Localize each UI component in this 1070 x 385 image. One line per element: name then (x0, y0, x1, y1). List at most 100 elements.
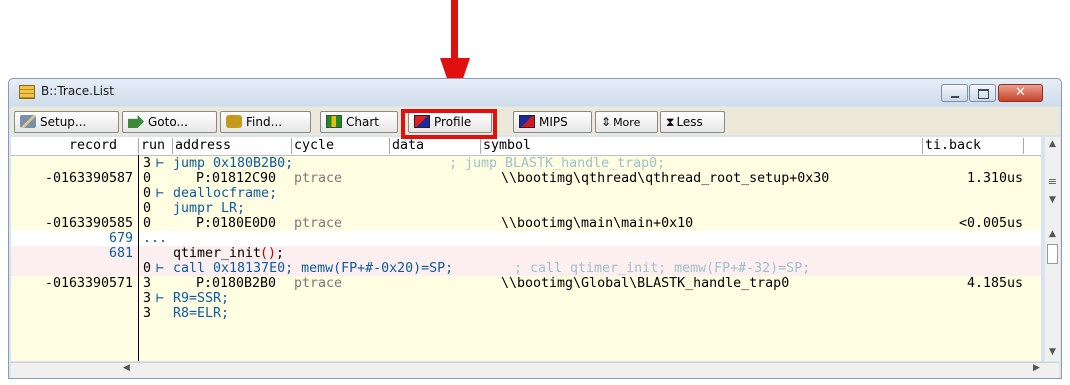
table-row[interactable]: 3 R8=ELR; (11, 306, 1041, 321)
minimize-button[interactable] (941, 84, 968, 102)
annotation-arrow (451, 0, 458, 62)
tiback-cell: 1.310us (966, 171, 1023, 186)
scroll-up-icon[interactable]: ▲ (1045, 139, 1060, 149)
find-button[interactable]: Find... (220, 111, 311, 133)
setup-button[interactable]: Setup... (14, 111, 119, 133)
setup-label: Setup... (40, 115, 87, 129)
title-bar[interactable]: B::Trace.List ✕ (9, 79, 1061, 106)
cycle-cell: ptrace (294, 216, 343, 231)
horizontal-scrollbar[interactable]: ◀ ▶ (11, 362, 1059, 378)
run-cell: 3 (143, 156, 152, 171)
scroll-down-icon[interactable]: ▼ (1045, 347, 1060, 357)
tiback-cell: 4.185us (966, 276, 1023, 291)
asm-cell: R8=ELR; (173, 306, 230, 321)
tree-marker: ⊢ (156, 291, 165, 306)
table-row[interactable]: 3 ⊢ R9=SSR; (11, 291, 1041, 306)
close-icon: ✕ (1015, 85, 1026, 100)
table-row[interactable]: 679 ... (11, 231, 1041, 246)
wrench-icon (20, 115, 36, 128)
mips-button[interactable]: MIPS (513, 111, 592, 133)
record-cell: 681 (108, 246, 133, 261)
cycle-cell: ptrace (294, 276, 343, 291)
chart-button[interactable]: Chart (320, 111, 398, 133)
trace-list-icon (19, 85, 35, 99)
profile-highlight-box (401, 109, 497, 139)
col-tiback[interactable]: ti.back (925, 137, 981, 154)
run-cell: 0 (143, 201, 152, 216)
ellipsis-cell: ... (143, 231, 168, 246)
chart-icon (326, 115, 342, 128)
scroll-thumb[interactable] (1047, 244, 1058, 264)
scroll-up-icon[interactable]: ▲ (1045, 229, 1060, 239)
less-button[interactable]: ⧗ Less (660, 111, 725, 133)
tree-marker: ⊢ (156, 261, 165, 276)
table-row[interactable]: 3 ⊢ jump 0x180B2B0; ; jump BLASTK_handle… (11, 156, 1041, 171)
maximize-icon (978, 89, 989, 99)
trace-list[interactable]: record run address cycle data symbol ti.… (11, 137, 1041, 361)
col-run[interactable]: run (141, 137, 165, 154)
run-cell: 0 (143, 186, 152, 201)
col-data[interactable]: data (392, 137, 424, 154)
vertical-scrollbar[interactable]: ▲ ≡ ▼ ▲ ▼ (1045, 137, 1060, 361)
run-cell: 3 (143, 306, 152, 321)
scroll-right-icon[interactable]: ▶ (1033, 363, 1040, 373)
source-semicolon: ; (276, 246, 285, 261)
find-label: Find... (246, 115, 283, 129)
run-cell: 0 (143, 261, 152, 276)
table-row[interactable]: -0163390571 3 P:0180B2B0 ptrace \\bootim… (11, 276, 1041, 291)
col-cycle[interactable]: cycle (294, 137, 334, 154)
chart-label: Chart (346, 115, 379, 129)
tree-marker: ⊢ (156, 156, 165, 171)
window-title: B::Trace.List (41, 84, 114, 98)
asm-cell: jump 0x180B2B0; (173, 156, 294, 171)
table-row[interactable]: 681 qtimer_init () ; (11, 246, 1041, 261)
tree-marker: ⊢ (156, 186, 165, 201)
asm-cell: jumpr LR; (173, 201, 246, 216)
maximize-button[interactable] (969, 84, 996, 102)
column-divider (138, 155, 139, 361)
toolbar: Setup... Goto... Find... Chart Profile M… (11, 107, 1059, 135)
mips-icon (519, 115, 535, 128)
symbol-cell: \\bootimg\qthread\qthread_root_setup+0x3… (501, 171, 830, 186)
scroll-left-icon[interactable]: ◀ (123, 363, 130, 373)
table-row[interactable]: 0 jumpr LR; (11, 201, 1041, 216)
up-down-icon: ⇕ (601, 115, 612, 129)
collapse-icon: ⧗ (666, 115, 675, 129)
run-cell: 3 (143, 291, 152, 306)
tiback-cell: <0.005us (958, 216, 1023, 231)
run-cell: 0 (143, 171, 152, 186)
record-cell: -0163390585 (44, 216, 133, 231)
col-record[interactable]: record (69, 137, 117, 154)
table-row[interactable]: -0163390585 0 P:0180E0D0 ptrace \\bootim… (11, 216, 1041, 231)
more-button[interactable]: ⇕ More (595, 111, 658, 133)
asm-comment: ; jump BLASTK_handle_trap0; (449, 156, 666, 171)
less-label: Less (676, 115, 703, 129)
goto-button[interactable]: Goto... (122, 111, 217, 133)
scroll-menu-icon[interactable]: ≡ (1045, 175, 1060, 188)
col-address[interactable]: address (175, 137, 231, 154)
column-header: record run address cycle data symbol ti.… (11, 137, 1041, 156)
record-cell: 679 (108, 231, 133, 246)
address-cell: P:0180E0D0 (196, 216, 277, 231)
table-row[interactable]: 0 ⊢ call 0x18137E0; memw(FP+#-0x20)=SP; … (11, 261, 1041, 276)
minimize-icon (951, 96, 959, 98)
source-paren: () (260, 246, 277, 261)
binoculars-icon (226, 115, 242, 128)
table-row[interactable]: -0163390587 0 P:01812C90 ptrace \\bootim… (11, 171, 1041, 186)
goto-label: Goto... (148, 115, 188, 129)
scroll-down-icon[interactable]: ▼ (1045, 195, 1060, 205)
run-cell: 0 (143, 216, 152, 231)
source-cell: qtimer_init (173, 246, 262, 261)
address-cell: P:01812C90 (196, 171, 277, 186)
run-cell: 3 (143, 276, 152, 291)
record-cell: -0163390587 (44, 171, 133, 186)
col-symbol[interactable]: symbol (483, 137, 531, 154)
asm-cell: R9=SSR; (173, 291, 230, 306)
close-button[interactable]: ✕ (998, 84, 1043, 102)
mips-label: MIPS (539, 115, 568, 129)
cycle-cell: ptrace (294, 171, 343, 186)
goto-arrow-icon (128, 115, 144, 128)
record-cell: -0163390571 (44, 276, 133, 291)
address-cell: P:0180B2B0 (196, 276, 277, 291)
table-row[interactable]: 0 ⊢ deallocframe; (11, 186, 1041, 201)
